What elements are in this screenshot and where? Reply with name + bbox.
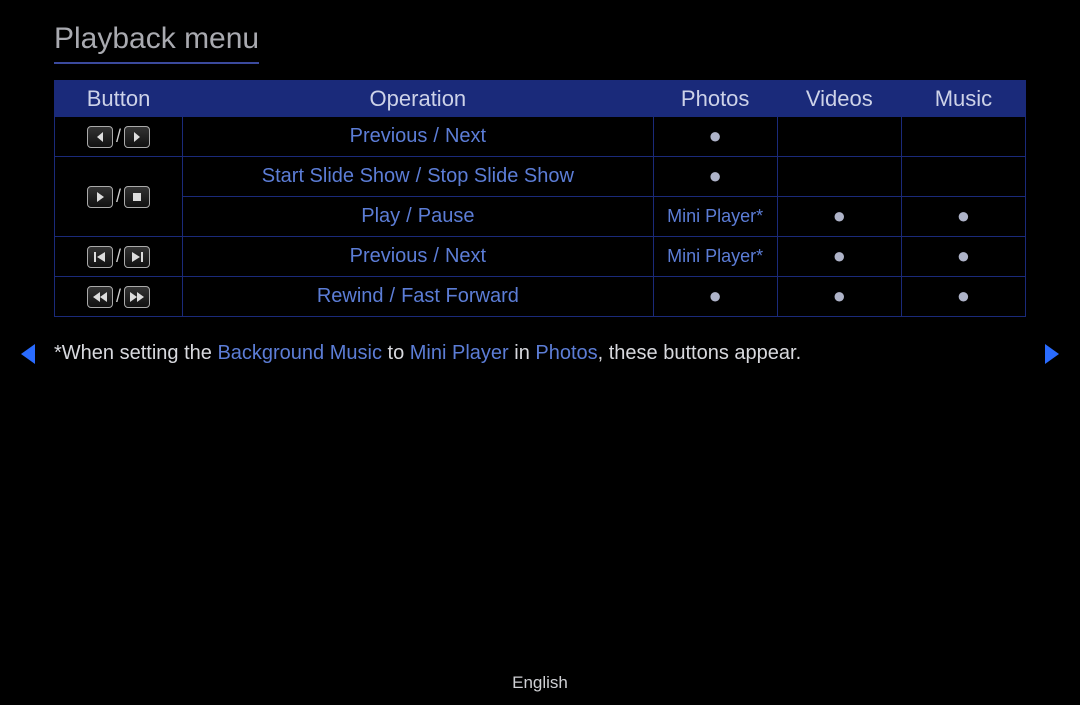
fast-forward-icon: [124, 286, 150, 308]
supported-dot: ●: [833, 243, 846, 268]
button-cell: /: [55, 237, 183, 277]
photos-cell: ●: [653, 157, 777, 197]
music-cell: [901, 117, 1025, 157]
supported-dot: ●: [833, 203, 846, 228]
playback-table: Button Operation Photos Videos Music /Pr…: [54, 80, 1026, 317]
table-header-row: Button Operation Photos Videos Music: [55, 81, 1026, 117]
operation-label-b: Pause: [418, 205, 475, 227]
operation-label-a: Rewind: [317, 285, 384, 307]
button-cell: /: [55, 277, 183, 317]
header-operation: Operation: [183, 81, 653, 117]
operation-label-b: Next: [445, 245, 486, 267]
supported-dot: ●: [833, 283, 846, 308]
footnote-keyword: Mini Player: [410, 342, 509, 364]
chevron-left-icon: [87, 126, 113, 148]
footer-language: English: [0, 673, 1080, 693]
photos-cell: ●: [653, 277, 777, 317]
operation-label-a: Start Slide Show: [262, 165, 410, 187]
header-videos: Videos: [777, 81, 901, 117]
photos-cell: Mini Player*: [653, 237, 777, 277]
operation-label-a: Play: [361, 205, 400, 227]
footnote-text: to: [382, 342, 410, 364]
music-cell: [901, 157, 1025, 197]
operation-label-b: Next: [445, 125, 486, 147]
videos-cell: [777, 157, 901, 197]
operation-label-a: Previous: [350, 125, 428, 147]
button-cell: /: [55, 117, 183, 157]
button-separator: /: [116, 286, 121, 306]
button-separator: /: [116, 186, 121, 206]
header-music: Music: [901, 81, 1025, 117]
button-separator: /: [116, 246, 121, 266]
play-icon: [87, 186, 113, 208]
supported-dot: ●: [709, 283, 722, 308]
operation-slash: /: [416, 165, 422, 187]
footnote-text: , these buttons appear.: [598, 342, 802, 364]
videos-cell: [777, 117, 901, 157]
prev-page-arrow[interactable]: [18, 342, 40, 366]
table-row: Play / Pause Mini Player* ● ●: [55, 197, 1026, 237]
footnote: *When setting the Background Music to Mi…: [54, 342, 801, 365]
footnote-text: *When setting the: [54, 342, 217, 364]
music-cell: ●: [901, 237, 1025, 277]
videos-cell: ●: [777, 237, 901, 277]
music-cell: ●: [901, 197, 1025, 237]
photos-mini-player-note: Mini Player*: [667, 206, 763, 226]
operation-slash: /: [433, 245, 439, 267]
page-title: Playback menu: [54, 22, 259, 64]
supported-dot: ●: [957, 203, 970, 228]
table-row: /Rewind/Fast Forward●●●: [55, 277, 1026, 317]
photos-cell: ●: [653, 117, 777, 157]
header-photos: Photos: [653, 81, 777, 117]
operation-cell: Previous/ Next: [183, 117, 653, 157]
supported-dot: ●: [709, 163, 722, 188]
operation-cell: Start Slide Show /Stop Slide Show: [183, 157, 653, 197]
supported-dot: ●: [709, 123, 722, 148]
operation-label-a: Previous: [350, 245, 428, 267]
operation-cell: Play / Pause: [183, 197, 653, 237]
rewind-icon: [87, 286, 113, 308]
header-button: Button: [55, 81, 183, 117]
photos-mini-player-note: Mini Player*: [667, 246, 763, 266]
button-cell: /: [55, 157, 183, 237]
chevron-right-icon: [124, 126, 150, 148]
next-page-arrow[interactable]: [1040, 342, 1062, 366]
operation-cell: Rewind /Fast Forward: [183, 277, 653, 317]
button-separator: /: [116, 126, 121, 146]
footnote-keyword: Background Music: [217, 342, 382, 364]
skip-prev-icon: [87, 246, 113, 268]
skip-next-icon: [124, 246, 150, 268]
table-row: /Start Slide Show /Stop Slide Show ●: [55, 157, 1026, 197]
footnote-keyword: Photos: [535, 342, 597, 364]
table-row: /Previous/Next●: [55, 117, 1026, 157]
photos-cell: Mini Player*: [653, 197, 777, 237]
operation-label-b: Stop Slide Show: [427, 165, 574, 187]
videos-cell: ●: [777, 197, 901, 237]
operation-slash: /: [406, 205, 412, 227]
supported-dot: ●: [957, 283, 970, 308]
supported-dot: ●: [957, 243, 970, 268]
operation-slash: /: [433, 125, 439, 147]
operation-cell: Previous/ Next: [183, 237, 653, 277]
operation-label-b: Fast Forward: [401, 285, 519, 307]
videos-cell: ●: [777, 277, 901, 317]
operation-slash: /: [390, 285, 396, 307]
footnote-text: in: [509, 342, 536, 364]
music-cell: ●: [901, 277, 1025, 317]
table-row: /Previous/NextMini Player*●●: [55, 237, 1026, 277]
stop-icon: [124, 186, 150, 208]
